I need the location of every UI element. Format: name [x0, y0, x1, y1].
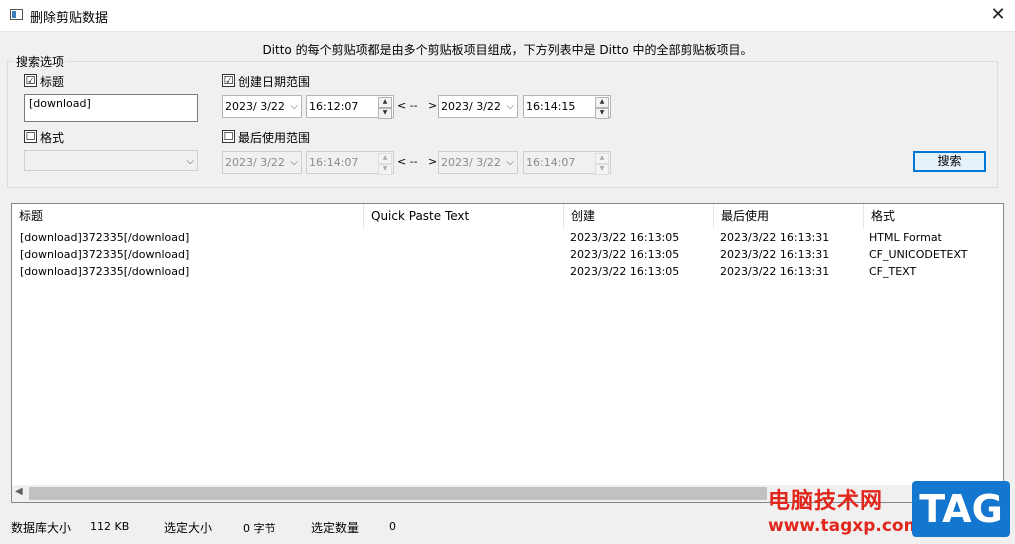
row-last-used: 2023/3/22 16:13:31 — [720, 265, 830, 278]
created-range-label: 创建日期范围 — [238, 75, 311, 89]
watermark-url: www.tagxp.com — [768, 516, 922, 536]
row-last-used: 2023/3/22 16:13:31 — [720, 231, 830, 244]
selected-size-label: 选定大小 — [164, 521, 213, 535]
row-title: [download]372335[/download] — [20, 231, 190, 244]
last-used-to-time[interactable]: 16:14:07 ▲ ▼ — [523, 151, 611, 175]
title-checkbox[interactable]: ☑ — [24, 74, 37, 87]
last-used-to-date[interactable]: 2023/ 3/22 ⌵ — [438, 151, 518, 174]
format-checkbox[interactable]: ☐ — [24, 130, 37, 143]
scrollbar-thumb[interactable] — [29, 487, 767, 500]
info-text: Ditto 的每个剪贴项都是由多个剪贴板项目组成，下方列表中是 Ditto 中的… — [262, 43, 753, 57]
last-used-to-date-value: 2023/ 3/22 — [441, 156, 501, 169]
format-select[interactable]: ⌵ — [24, 150, 198, 171]
clip-list[interactable]: 标题 Quick Paste Text 创建 最后使用 格式 [download… — [11, 203, 1004, 503]
last-used-from-time-value: 16:14:07 — [309, 156, 359, 169]
chevron-down-icon: ⌵ — [506, 157, 514, 168]
range-separator-right: > — [428, 155, 438, 168]
search-options-label: 搜索选项 — [14, 53, 67, 70]
chevron-down-icon: ⌵ — [290, 157, 298, 168]
range-separator-left: < -- — [397, 155, 418, 168]
spin-up-icon[interactable]: ▲ — [595, 153, 609, 164]
row-created: 2023/3/22 16:13:05 — [570, 248, 680, 261]
selected-size-value: 0 字节 — [243, 522, 276, 535]
chevron-down-icon: ⌵ — [186, 156, 194, 167]
column-header-title[interactable]: 标题 — [12, 204, 364, 228]
db-size-value: 112 KB — [90, 520, 130, 533]
title-filter-label: 标题 — [40, 75, 65, 89]
format-filter-label: 格式 — [40, 131, 65, 145]
chevron-down-icon: ⌵ — [290, 101, 298, 112]
watermark-title: 电脑技术网 — [768, 489, 884, 514]
title-bar — [0, 0, 1015, 32]
row-title: [download]372335[/download] — [20, 265, 190, 278]
spin-down-icon[interactable]: ▼ — [595, 164, 609, 175]
spin-up-icon[interactable]: ▲ — [378, 153, 392, 164]
row-title: [download]372335[/download] — [20, 248, 190, 261]
window-title: 删除剪贴数据 — [30, 11, 109, 26]
created-to-date-value: 2023/ 3/22 — [441, 100, 501, 113]
title-filter-input[interactable]: [download] — [24, 94, 198, 122]
spin-down-icon[interactable]: ▼ — [595, 108, 609, 119]
created-to-date[interactable]: 2023/ 3/22 ⌵ — [438, 95, 518, 118]
row-created: 2023/3/22 16:13:05 — [570, 231, 680, 244]
last-used-range-checkbox[interactable]: ☐ — [222, 130, 235, 143]
spin-up-icon[interactable]: ▲ — [595, 97, 609, 108]
created-to-time[interactable]: 16:14:15 ▲ ▼ — [523, 95, 611, 119]
search-button[interactable]: 搜索 — [913, 151, 986, 172]
created-from-time-value: 16:12:07 — [309, 100, 359, 113]
chevron-down-icon: ⌵ — [506, 101, 514, 112]
created-to-time-value: 16:14:15 — [526, 100, 576, 113]
created-from-time[interactable]: 16:12:07 ▲ ▼ — [306, 95, 394, 119]
row-format: HTML Format — [869, 231, 942, 244]
row-last-used: 2023/3/22 16:13:31 — [720, 248, 830, 261]
range-separator-left: < -- — [397, 99, 418, 112]
last-used-from-date-value: 2023/ 3/22 — [225, 156, 285, 169]
column-header-format[interactable]: 格式 — [864, 204, 1003, 228]
app-icon — [10, 9, 23, 20]
row-format: CF_TEXT — [869, 265, 917, 278]
close-button[interactable]: ✕ — [985, 4, 1011, 26]
last-used-from-date[interactable]: 2023/ 3/22 ⌵ — [222, 151, 302, 174]
last-used-from-time[interactable]: 16:14:07 ▲ ▼ — [306, 151, 394, 175]
db-size-label: 数据库大小 — [11, 521, 72, 535]
watermark-badge: TAG — [912, 481, 1010, 537]
range-separator-right: > — [428, 99, 438, 112]
selected-count-label: 选定数量 — [311, 521, 360, 535]
created-range-checkbox[interactable]: ☑ — [222, 74, 235, 87]
selected-count-value: 0 — [389, 520, 396, 533]
column-header-created[interactable]: 创建 — [564, 204, 714, 228]
column-header-quick-paste[interactable]: Quick Paste Text — [364, 204, 564, 228]
last-used-to-time-value: 16:14:07 — [526, 156, 576, 169]
created-from-date[interactable]: 2023/ 3/22 ⌵ — [222, 95, 302, 118]
row-created: 2023/3/22 16:13:05 — [570, 265, 680, 278]
spin-down-icon[interactable]: ▼ — [378, 164, 392, 175]
spin-down-icon[interactable]: ▼ — [378, 108, 392, 119]
column-header-last-used[interactable]: 最后使用 — [714, 204, 864, 228]
scroll-left-icon[interactable]: ◀ — [15, 486, 23, 497]
row-format: CF_UNICODETEXT — [869, 248, 968, 261]
created-from-date-value: 2023/ 3/22 — [225, 100, 285, 113]
last-used-range-label: 最后使用范围 — [238, 131, 311, 145]
spin-up-icon[interactable]: ▲ — [378, 97, 392, 108]
